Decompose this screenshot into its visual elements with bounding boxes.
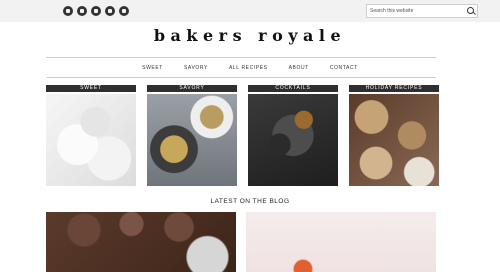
category-card-sweet[interactable]: SWEET [46,85,136,186]
category-card-savory[interactable]: SAVORY [147,85,237,186]
google-plus-icon[interactable] [77,6,87,16]
facebook-icon[interactable] [63,6,73,16]
category-label: HOLIDAY RECIPES [349,85,439,92]
search-icon[interactable] [467,7,474,14]
main-nav: SWEET SAVORY ALL RECIPES ABOUT CONTACT [0,65,500,71]
category-card-cocktails[interactable]: COCKTAILS [248,85,338,186]
category-label: SAVORY [147,85,237,92]
nav-item-sweet[interactable]: SWEET [142,65,163,71]
category-label: SWEET [46,85,136,92]
category-card-holiday-recipes[interactable]: HOLIDAY RECIPES [349,85,439,186]
top-bar [0,0,500,22]
twitter-icon[interactable] [119,6,129,16]
category-grid: SWEET SAVORY COCKTAILS HOLIDAY RECIPES [46,85,439,186]
sundae-photo[interactable] [46,94,136,186]
blog-post-thumbnail[interactable] [46,212,236,272]
nav-divider-bottom [46,77,436,78]
nav-item-all-recipes[interactable]: ALL RECIPES [229,65,268,71]
site-logo[interactable]: bakers royale [0,26,500,45]
social-links [63,6,129,16]
category-label: COCKTAILS [248,85,338,92]
search-box [366,4,478,18]
search-input[interactable] [370,6,462,16]
pasta-photo[interactable] [147,94,237,186]
nav-item-about[interactable]: ABOUT [289,65,309,71]
pies-photo[interactable] [349,94,439,186]
nav-item-savory[interactable]: SAVORY [184,65,208,71]
nav-divider-top [46,57,436,58]
nav-item-contact[interactable]: CONTACT [330,65,358,71]
pinterest-icon[interactable] [105,6,115,16]
cocktails-photo[interactable] [248,94,338,186]
instagram-icon[interactable] [91,6,101,16]
latest-blog-heading: LATEST ON THE BLOG [210,198,290,205]
blog-post-thumbnail[interactable] [246,212,436,272]
